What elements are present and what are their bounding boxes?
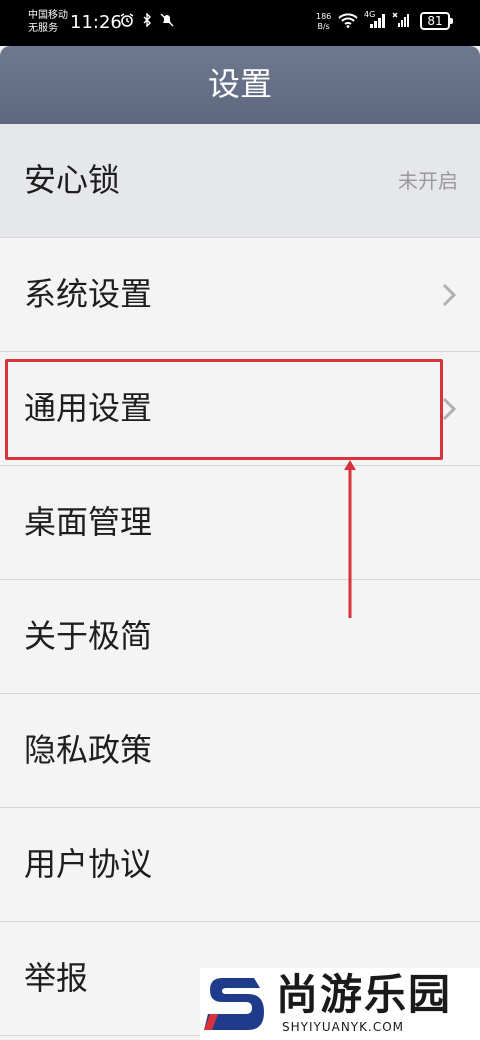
settings-list: 安心锁 未开启 系统设置 通用设置 桌面管理 关于极简 隐私政策 用户协议 举报 xyxy=(0,124,480,1036)
wifi-icon xyxy=(338,13,358,28)
net-speed-unit: B/s xyxy=(317,22,330,31)
watermark: 尚游乐园 SHYIYUANYK.COM xyxy=(200,968,480,1040)
watermark-logo-icon xyxy=(204,978,264,1030)
battery-indicator: 81 xyxy=(420,12,453,30)
watermark-url: SHYIYUANYK.COM xyxy=(282,1020,404,1034)
settings-item-label: 系统设置 xyxy=(24,275,153,313)
settings-item-desktop-management[interactable]: 桌面管理 xyxy=(0,466,480,580)
settings-item-system-settings[interactable]: 系统设置 xyxy=(0,238,480,352)
settings-item-security-lock[interactable]: 安心锁 未开启 xyxy=(0,124,480,238)
mute-bell-icon xyxy=(160,13,174,27)
carrier-status: 无服务 xyxy=(28,23,58,34)
carrier-name: 中国移动 xyxy=(28,10,68,21)
settings-item-label: 隐私政策 xyxy=(24,731,153,769)
battery-level: 81 xyxy=(427,14,443,28)
settings-item-privacy-policy[interactable]: 隐私政策 xyxy=(0,694,480,808)
chevron-right-icon xyxy=(442,283,457,307)
alarm-icon xyxy=(120,13,134,27)
settings-header: 设置 xyxy=(0,46,480,124)
settings-item-label: 安心锁 xyxy=(24,161,121,199)
status-bar: 中国移动 无服务 11:26 186 B/s 4G 81 xyxy=(0,0,480,46)
settings-item-about[interactable]: 关于极简 xyxy=(0,580,480,694)
settings-item-user-agreement[interactable]: 用户协议 xyxy=(0,808,480,922)
settings-item-label: 举报 xyxy=(24,959,89,997)
net-speed-value: 186 xyxy=(316,12,332,21)
carrier-info: 中国移动 无服务 xyxy=(28,9,68,35)
bluetooth-icon xyxy=(143,13,151,27)
settings-item-status: 未开启 xyxy=(398,169,458,193)
page-title: 设置 xyxy=(207,65,272,103)
annotation-arrow-icon xyxy=(344,460,356,618)
no-signal-icon xyxy=(392,12,409,27)
status-time: 11:26 xyxy=(70,12,122,33)
annotation-highlight-box xyxy=(5,359,443,460)
settings-item-label: 桌面管理 xyxy=(24,503,153,541)
settings-item-label: 用户协议 xyxy=(24,845,153,883)
settings-item-label: 关于极简 xyxy=(24,617,153,655)
signal-4g: 4G xyxy=(364,10,386,28)
watermark-name: 尚游乐园 xyxy=(276,970,453,1019)
signal-bars-icon xyxy=(370,14,385,28)
net-speed: 186 B/s xyxy=(316,12,331,32)
